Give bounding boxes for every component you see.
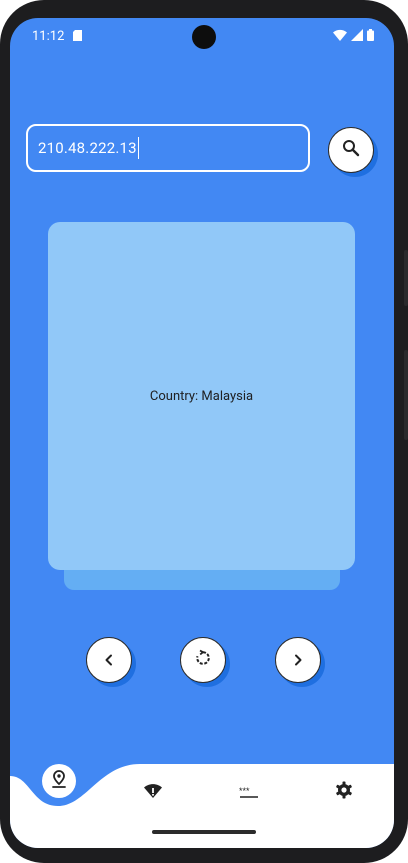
battery-icon <box>367 29 374 45</box>
gear-icon <box>335 781 353 803</box>
phone-frame: 11:12 210.48.222.13 Country: Malaysia **… <box>0 0 408 863</box>
location-pin-icon <box>51 770 67 792</box>
nav-item-settings[interactable] <box>328 776 360 808</box>
status-icons <box>333 29 374 45</box>
wifi-icon <box>333 29 347 45</box>
next-button[interactable] <box>275 637 325 687</box>
power-button <box>404 350 408 440</box>
search-button[interactable] <box>328 127 378 177</box>
chevron-left-icon <box>103 651 115 670</box>
previous-button[interactable] <box>86 637 136 687</box>
status-time: 11:12 <box>32 29 65 44</box>
result-card[interactable]: Country: Malaysia <box>48 222 355 570</box>
wifi-info-icon <box>144 783 162 802</box>
text-caret <box>137 137 140 159</box>
country-result-text: Country: Malaysia <box>149 388 254 404</box>
nav-item-password[interactable]: *** <box>233 776 265 808</box>
sd-card-icon <box>73 30 82 45</box>
ip-input-value: 210.48.222.13 <box>38 139 137 157</box>
refresh-icon <box>194 649 212 671</box>
nav-item-location[interactable] <box>42 764 76 798</box>
ip-search-input[interactable]: 210.48.222.13 <box>26 124 310 172</box>
previous-button-face <box>86 637 132 683</box>
home-indicator[interactable] <box>152 830 256 834</box>
status-bar: 11:12 <box>10 18 394 54</box>
refresh-button[interactable] <box>180 637 230 687</box>
nav-item-wifi-info[interactable] <box>137 776 169 808</box>
search-button-face <box>328 127 374 173</box>
chevron-right-icon <box>292 651 304 670</box>
refresh-button-face <box>180 637 226 683</box>
password-icon: *** <box>239 783 259 802</box>
svg-text:***: *** <box>239 786 250 796</box>
app-screen: 11:12 210.48.222.13 Country: Malaysia **… <box>10 18 394 848</box>
signal-icon <box>351 29 363 45</box>
search-icon <box>342 139 360 161</box>
next-button-face <box>275 637 321 683</box>
front-camera <box>192 25 216 49</box>
volume-button <box>404 250 408 306</box>
